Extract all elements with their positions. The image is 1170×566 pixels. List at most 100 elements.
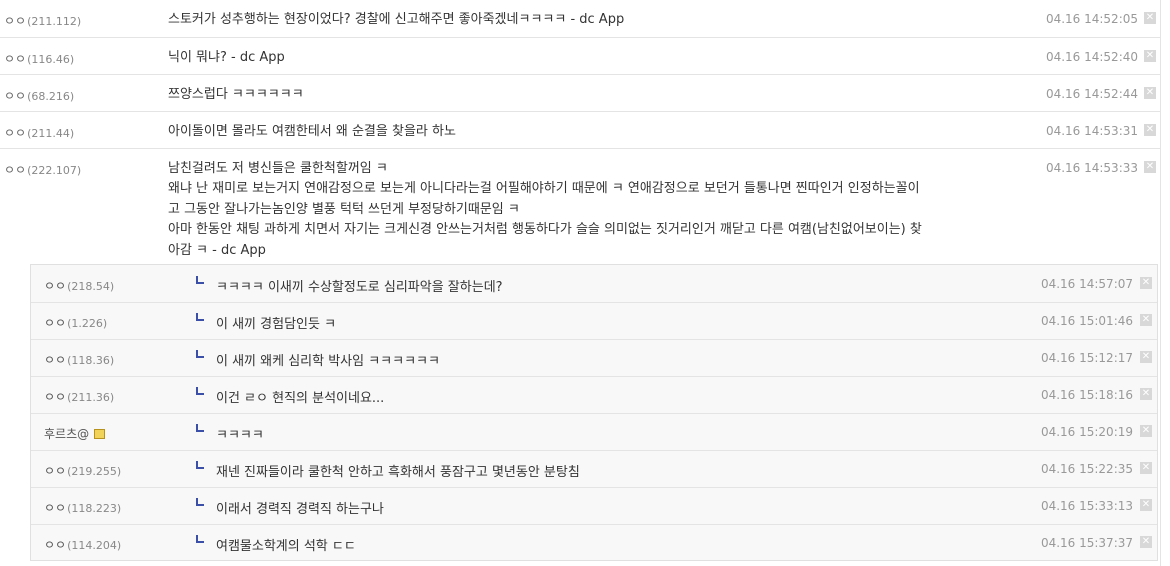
author-ip: (1.226) — [67, 317, 108, 330]
author-name: ㅇㅇ — [44, 316, 67, 330]
reply-author[interactable]: ㅇㅇ(218.54) — [44, 277, 114, 294]
comment-row: ㅇㅇ(68.216) 쯔양스럽다 ㅋㅋㅋㅋㅋㅋ 04.16 14:52:44 ✕ — [0, 75, 1160, 112]
comment-date: 04.16 14:52:05 — [1045, 12, 1138, 26]
reply-date: 04.16 14:57:07 — [1040, 277, 1133, 291]
reply-date: 04.16 15:33:13 — [1040, 499, 1133, 513]
author-ip: (68.216) — [27, 90, 75, 103]
author-ip: (116.46) — [27, 53, 75, 66]
comment-date: 04.16 14:53:33 — [1045, 161, 1138, 175]
reply-date: 04.16 15:18:16 — [1040, 388, 1133, 402]
reply-author[interactable]: ㅇㅇ(118.36) — [44, 351, 114, 368]
comment-line: 아마 한동안 채팅 과하게 치면서 자기는 크게신경 안쓰는거처럼 행동하다가 … — [168, 222, 922, 238]
comment-line: 쯔양스럽다 ㅋㅋㅋㅋㅋㅋ — [168, 87, 304, 102]
comment-text: 스토커가 성추행하는 현장이었다? 경찰에 신고해주면 좋아죽겠네ㅋㅋㅋㅋ - … — [168, 10, 988, 30]
author-ip: (211.44) — [27, 127, 75, 140]
author-name: ㅇㅇ — [4, 14, 27, 28]
comment-line: 스토커가 성추행하는 현장이었다? 경찰에 신고해주면 좋아죽겠네ㅋㅋㅋㅋ - … — [168, 12, 625, 27]
reply-text: ㅋㅋㅋㅋ — [216, 428, 264, 443]
delete-icon[interactable]: ✕ — [1140, 425, 1152, 437]
author-ip: (211.36) — [67, 391, 115, 404]
reply-row: ㅇㅇ(118.36) 이 새끼 왜케 심리학 박사임 ㅋㅋㅋㅋㅋㅋ 04.16 … — [31, 339, 1157, 377]
comment-line: 남친걸려도 저 병신들은 쿨한척할꺼임 ㅋ — [168, 161, 388, 176]
reply-date: 04.16 15:22:35 — [1040, 462, 1133, 476]
reply-author[interactable]: ㅇㅇ(114.204) — [44, 536, 121, 553]
reply-row: ㅇㅇ(211.36) 이건 ㄹㅇ 현직의 분석이네요... 04.16 15:1… — [31, 376, 1157, 414]
reply-author[interactable]: ㅇㅇ(118.223) — [44, 499, 121, 516]
comment-line: 닉이 뭐냐? - dc App — [168, 50, 285, 65]
delete-icon[interactable]: ✕ — [1140, 351, 1152, 363]
comment-line: 고 그동안 잘나가는놈인양 별풍 턱턱 쓰던게 부정당하기때문임 ㅋ — [168, 201, 520, 217]
reply-row: ㅇㅇ(114.204) 여캠물소학계의 석학 ㄷㄷ 04.16 15:37:37… — [31, 524, 1157, 561]
comment-author[interactable]: ㅇㅇ(222.107) — [4, 161, 81, 178]
author-name: 후르츠@ — [44, 427, 90, 441]
delete-icon[interactable]: ✕ — [1140, 314, 1152, 326]
reply-date: 04.16 15:12:17 — [1040, 351, 1133, 365]
comment-line: 아이돌이면 몰라도 여캠한테서 왜 순결을 찾을라 하노 — [168, 124, 456, 139]
comment-author[interactable]: ㅇㅇ(211.112) — [4, 12, 81, 29]
delete-icon[interactable]: ✕ — [1144, 124, 1156, 136]
reply-date: 04.16 15:01:46 — [1040, 314, 1133, 328]
delete-icon[interactable]: ✕ — [1144, 12, 1156, 24]
author-name: ㅇㅇ — [4, 126, 27, 140]
comment-line: 아감 ㅋ - dc App — [168, 242, 266, 258]
comment-text: 쯔양스럽다 ㅋㅋㅋㅋㅋㅋ — [168, 85, 988, 105]
comment-text: 아이돌이면 몰라도 여캠한테서 왜 순결을 찾을라 하노 — [168, 122, 988, 142]
reply-text: ㅋㅋㅋㅋ 이새끼 수상할정도로 심리파악을 잘하는데? — [216, 280, 503, 295]
author-name: ㅇㅇ — [4, 52, 27, 66]
comment-author[interactable]: ㅇㅇ(211.44) — [4, 124, 74, 141]
comment-text: 닉이 뭐냐? - dc App — [168, 48, 988, 68]
reply-arrow-icon — [196, 461, 204, 469]
comment-author[interactable]: ㅇㅇ(68.216) — [4, 87, 74, 104]
comment-row: ㅇㅇ(211.112) 스토커가 성추행하는 현장이었다? 경찰에 신고해주면 … — [0, 0, 1160, 38]
reply-arrow-icon — [196, 498, 204, 506]
reply-row: ㅇㅇ(1.226) 이 새끼 경험담인듯 ㅋ 04.16 15:01:46 ✕ — [31, 302, 1157, 340]
reply-text: 이 새끼 경험담인듯 ㅋ — [216, 317, 337, 332]
reply-text: 이 새끼 왜케 심리학 박사임 ㅋㅋㅋㅋㅋㅋ — [216, 354, 440, 369]
comment-line: 왜냐 난 재미로 보는거지 연애감정으로 보는게 아니다라는걸 어필해야하기 때… — [168, 181, 920, 197]
delete-icon[interactable]: ✕ — [1144, 87, 1156, 99]
reply-arrow-icon — [196, 313, 204, 321]
author-name: ㅇㅇ — [44, 501, 67, 515]
author-name: ㅇㅇ — [44, 279, 67, 293]
author-ip: (118.223) — [67, 502, 122, 515]
reply-row: ㅇㅇ(118.223) 이래서 경력직 경력직 하는구나 04.16 15:33… — [31, 487, 1157, 525]
reply-author[interactable]: ㅇㅇ(211.36) — [44, 388, 114, 405]
comment-date: 04.16 14:52:40 — [1045, 50, 1138, 64]
delete-icon[interactable]: ✕ — [1140, 277, 1152, 289]
reply-text: 재넨 진짜들이라 쿨한척 안하고 흑화해서 풍잠구고 몇년동안 분탕침 — [216, 465, 580, 480]
author-name: ㅇㅇ — [4, 163, 27, 177]
comment-row: ㅇㅇ(116.46) 닉이 뭐냐? - dc App 04.16 14:52:4… — [0, 38, 1160, 75]
reply-author[interactable]: ㅇㅇ(219.255) — [44, 462, 121, 479]
delete-icon[interactable]: ✕ — [1140, 462, 1152, 474]
member-badge-icon — [94, 429, 106, 439]
delete-icon[interactable]: ✕ — [1144, 161, 1156, 173]
comment-author[interactable]: ㅇㅇ(116.46) — [4, 50, 74, 67]
reply-author[interactable]: 후르츠@ — [44, 425, 106, 442]
author-ip: (211.112) — [27, 15, 82, 28]
author-name: ㅇㅇ — [44, 538, 67, 552]
reply-text: 이래서 경력직 경력직 하는구나 — [216, 502, 384, 517]
delete-icon[interactable]: ✕ — [1140, 499, 1152, 511]
delete-icon[interactable]: ✕ — [1140, 536, 1152, 548]
reply-arrow-icon — [196, 350, 204, 358]
comment-list: ㅇㅇ(211.112) 스토커가 성추행하는 현장이었다? 경찰에 신고해주면 … — [0, 0, 1161, 566]
comment-date: 04.16 14:52:44 — [1045, 87, 1138, 101]
reply-text: 이건 ㄹㅇ 현직의 분석이네요... — [216, 391, 385, 406]
reply-arrow-icon — [196, 276, 204, 284]
reply-row: ㅇㅇ(218.54) ㅋㅋㅋㅋ 이새끼 수상할정도로 심리파악을 잘하는데? 0… — [31, 265, 1157, 303]
reply-arrow-icon — [196, 535, 204, 543]
reply-arrow-icon — [196, 424, 204, 432]
author-name: ㅇㅇ — [4, 89, 27, 103]
comment-text: 남친걸려도 저 병신들은 쿨한척할꺼임 ㅋ 왜냐 난 재미로 보는거지 연애감정… — [168, 159, 988, 261]
author-ip: (114.204) — [67, 539, 122, 552]
author-name: ㅇㅇ — [44, 464, 67, 478]
reply-list: ㅇㅇ(218.54) ㅋㅋㅋㅋ 이새끼 수상할정도로 심리파악을 잘하는데? 0… — [30, 264, 1158, 561]
delete-icon[interactable]: ✕ — [1144, 50, 1156, 62]
reply-author[interactable]: ㅇㅇ(1.226) — [44, 314, 107, 331]
author-ip: (218.54) — [67, 280, 115, 293]
author-name: ㅇㅇ — [44, 353, 67, 367]
author-ip: (118.36) — [67, 354, 115, 367]
delete-icon[interactable]: ✕ — [1140, 388, 1152, 400]
author-ip: (219.255) — [67, 465, 122, 478]
reply-text: 여캠물소학계의 석학 ㄷㄷ — [216, 539, 356, 554]
